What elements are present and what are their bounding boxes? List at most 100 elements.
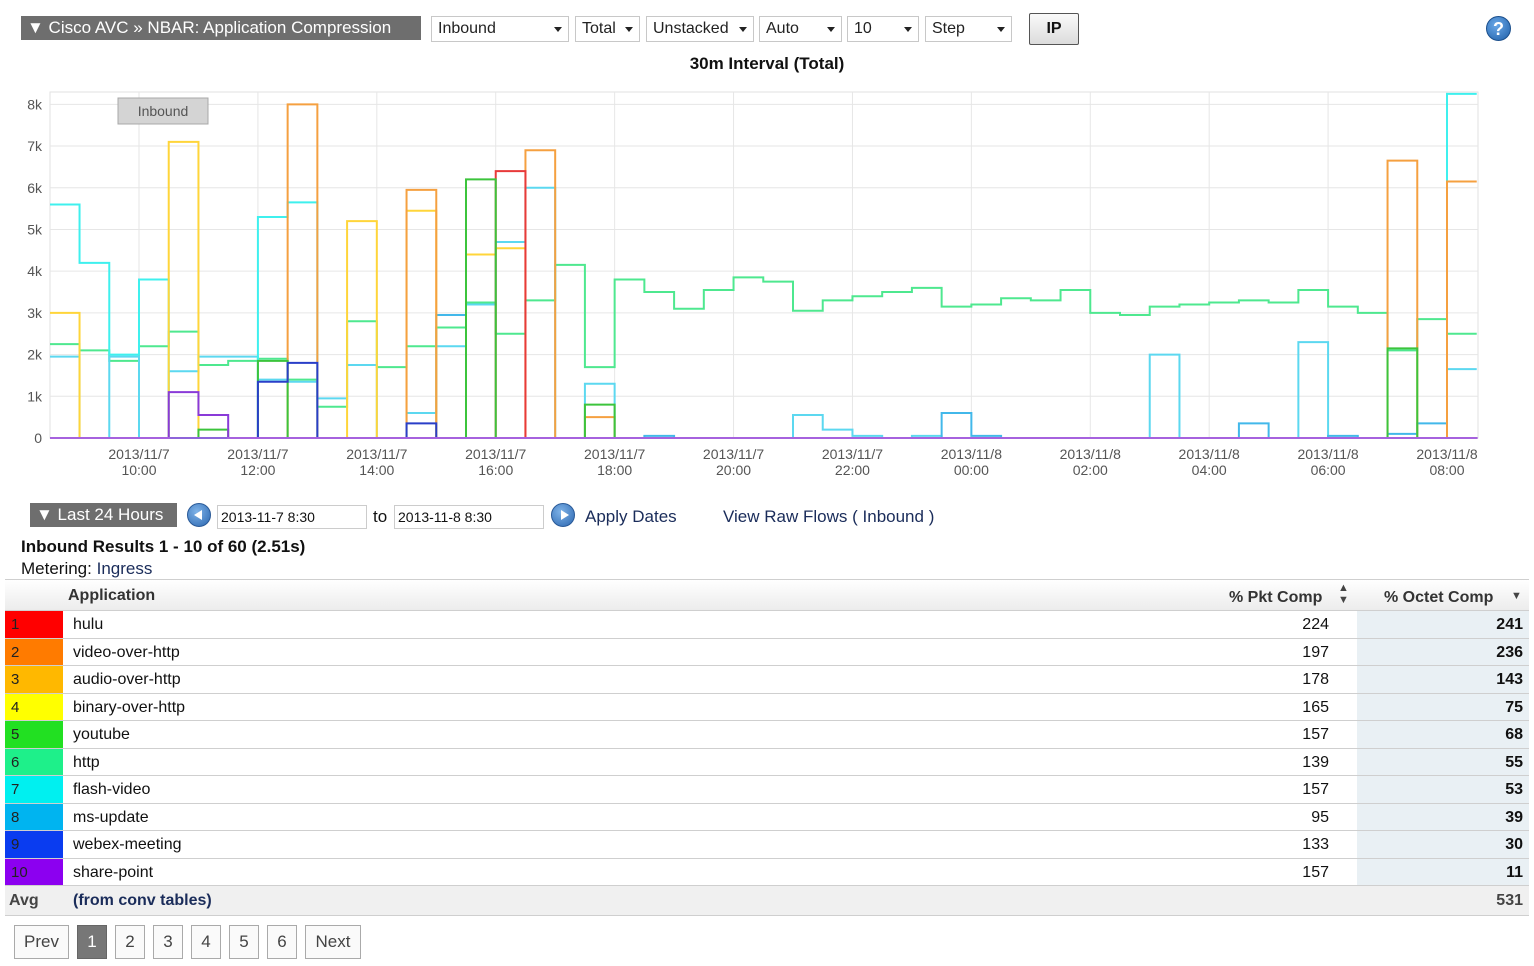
- y-tick-label: 2k: [27, 347, 43, 363]
- page-6-button[interactable]: 6: [267, 925, 297, 959]
- x-tick-date: 2013/11/7: [227, 446, 288, 462]
- y-tick-label: 4k: [27, 263, 43, 279]
- table-row[interactable]: 1 hulu 224 241: [5, 611, 1529, 639]
- table-row[interactable]: 7 flash-video 157 53: [5, 776, 1529, 804]
- chevron-down-icon: [997, 27, 1005, 32]
- next-page-button[interactable]: Next: [305, 925, 361, 959]
- application-name[interactable]: audio-over-http: [73, 666, 181, 693]
- stack-select[interactable]: Unstacked: [646, 16, 754, 42]
- x-tick-date: 2013/11/8: [1297, 446, 1358, 462]
- octet-comp-value: 236: [1496, 643, 1523, 661]
- page-2-button[interactable]: 2: [115, 925, 145, 959]
- column-header-pkt-comp[interactable]: % Pkt Comp: [1229, 589, 1322, 607]
- avg-row: Avg (from conv tables) 531: [5, 886, 1529, 916]
- arrow-left-icon[interactable]: [187, 503, 211, 527]
- x-tick-time: 06:00: [1311, 462, 1346, 478]
- x-tick-time: 02:00: [1073, 462, 1108, 478]
- y-tick-label: 6k: [27, 180, 43, 196]
- octet-comp-value: 75: [1505, 698, 1523, 716]
- x-tick-time: 08:00: [1429, 462, 1464, 478]
- x-tick-time: 20:00: [716, 462, 751, 478]
- count-select[interactable]: 10: [847, 16, 919, 42]
- start-date-input[interactable]: [217, 505, 367, 529]
- mode-select[interactable]: Step: [925, 16, 1012, 42]
- octet-comp-cell: 53: [1357, 776, 1529, 803]
- table-row[interactable]: 5 youtube 157 68: [5, 721, 1529, 749]
- x-tick-time: 18:00: [597, 462, 632, 478]
- chevron-down-icon: [625, 27, 633, 32]
- application-name[interactable]: youtube: [73, 721, 130, 748]
- x-tick-date: 2013/11/7: [584, 446, 645, 462]
- chart-legend: Inbound: [117, 97, 209, 125]
- x-tick-time: 10:00: [121, 462, 156, 478]
- sort-desc-icon[interactable]: ▼: [1511, 590, 1522, 602]
- octet-comp-value: 11: [1506, 863, 1523, 881]
- y-tick-label: 8k: [27, 96, 43, 112]
- pkt-comp-value: 157: [1302, 781, 1329, 798]
- column-header-application[interactable]: Application: [68, 587, 155, 605]
- apply-dates-link[interactable]: Apply Dates: [585, 507, 677, 527]
- page-3-button[interactable]: 3: [153, 925, 183, 959]
- octet-comp-cell: 11: [1357, 858, 1529, 885]
- table-row[interactable]: 4 binary-over-http 165 75: [5, 693, 1529, 721]
- date-range-preset-dropdown[interactable]: ▼ Last 24 Hours: [30, 503, 177, 527]
- x-tick-time: 14:00: [359, 462, 394, 478]
- x-tick-date: 2013/11/7: [465, 446, 526, 462]
- page-4-button[interactable]: 4: [191, 925, 221, 959]
- y-tick-label: 7k: [27, 138, 43, 154]
- rank-swatch: 3: [5, 666, 63, 693]
- chart-title: 30m Interval (Total): [689, 54, 845, 73]
- application-name[interactable]: http: [73, 749, 100, 776]
- application-name[interactable]: video-over-http: [73, 639, 180, 666]
- view-raw-flows-label: View Raw Flows (: [723, 507, 858, 526]
- ip-button[interactable]: IP: [1029, 13, 1079, 45]
- avg-note: (from conv tables): [73, 892, 212, 909]
- metering-value-link[interactable]: Ingress: [97, 559, 153, 578]
- page-5-button[interactable]: 5: [229, 925, 259, 959]
- octet-comp-cell: 241: [1357, 611, 1529, 638]
- direction-select-value: Inbound: [438, 20, 496, 37]
- table-row[interactable]: 3 audio-over-http 178 143: [5, 666, 1529, 694]
- application-name[interactable]: hulu: [73, 611, 103, 638]
- pkt-comp-value: 165: [1302, 698, 1329, 716]
- rank-swatch: 4: [5, 693, 63, 720]
- results-table: Application % Pkt Comp ▲ ▼ % Octet Comp ▼…: [5, 579, 1529, 916]
- arrow-right-icon[interactable]: [551, 503, 575, 527]
- report-title-dropdown[interactable]: ▼ Cisco AVC » NBAR: Application Compress…: [21, 16, 421, 40]
- x-tick-time: 16:00: [478, 462, 513, 478]
- column-header-octet-comp[interactable]: % Octet Comp: [1384, 589, 1493, 607]
- x-tick-date: 2013/11/7: [822, 446, 883, 462]
- table-row[interactable]: 9 webex-meeting 133 30: [5, 831, 1529, 859]
- table-row[interactable]: 10 share-point 157 11: [5, 858, 1529, 886]
- x-tick-date: 2013/11/8: [941, 446, 1002, 462]
- avg-value: 531: [1496, 892, 1523, 909]
- sort-both-icon[interactable]: ▲ ▼: [1338, 582, 1349, 606]
- stack-select-value: Unstacked: [653, 20, 729, 37]
- table-row[interactable]: 2 video-over-http 197 236: [5, 638, 1529, 666]
- rank-swatch: 7: [5, 776, 63, 803]
- chevron-down-icon: [554, 27, 562, 32]
- view-raw-flows-inbound-link[interactable]: Inbound: [863, 507, 924, 526]
- prev-page-button[interactable]: Prev: [14, 925, 69, 959]
- rank-swatch: 8: [5, 803, 63, 830]
- direction-select[interactable]: Inbound: [431, 16, 569, 42]
- application-name[interactable]: flash-video: [73, 776, 150, 803]
- end-date-input[interactable]: [394, 505, 544, 529]
- metering-info: Metering: Ingress: [21, 559, 152, 579]
- scale-select[interactable]: Auto: [759, 16, 842, 42]
- octet-comp-value: 143: [1496, 671, 1523, 688]
- help-icon[interactable]: ?: [1486, 16, 1511, 41]
- application-name[interactable]: webex-meeting: [73, 831, 182, 858]
- x-tick-time: 04:00: [1192, 462, 1227, 478]
- x-tick-time: 12:00: [240, 462, 275, 478]
- chevron-down-icon: [904, 27, 912, 32]
- page-1-button[interactable]: 1: [77, 925, 107, 959]
- application-name[interactable]: ms-update: [73, 804, 149, 831]
- application-name[interactable]: binary-over-http: [73, 694, 185, 721]
- octet-comp-cell: 55: [1357, 748, 1529, 775]
- table-row[interactable]: 8 ms-update 95 39: [5, 803, 1529, 831]
- total-select[interactable]: Total: [575, 16, 640, 42]
- scale-select-value: Auto: [766, 20, 799, 37]
- table-row[interactable]: 6 http 139 55: [5, 748, 1529, 776]
- application-name[interactable]: share-point: [73, 859, 153, 886]
